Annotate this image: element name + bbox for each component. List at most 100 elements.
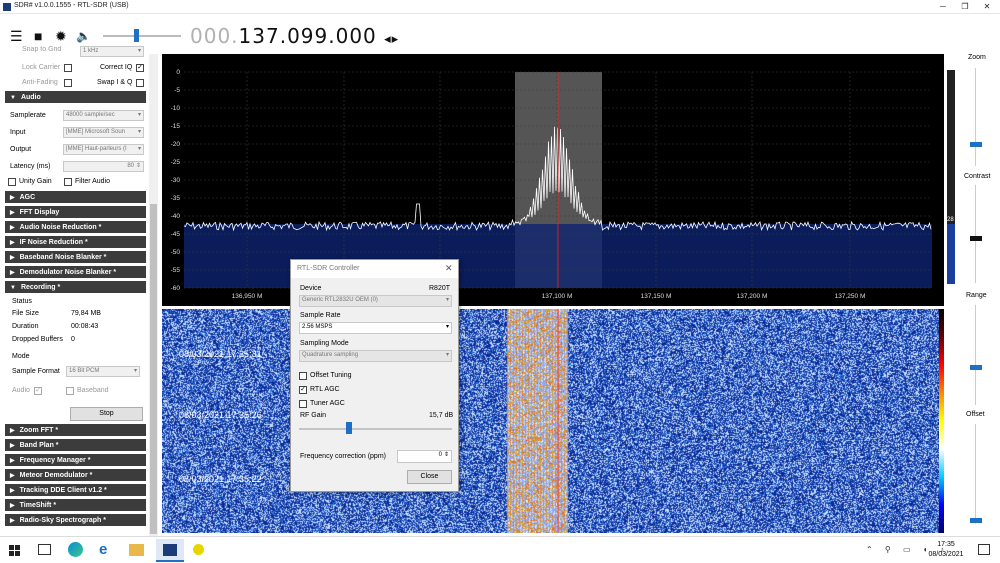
expand-icon: ▶ xyxy=(10,210,15,216)
sample-rate-select[interactable]: 2.56 MSPS ▾ xyxy=(299,322,452,334)
filter-audio-checkbox[interactable] xyxy=(64,178,72,186)
contrast-slider-track[interactable] xyxy=(975,185,976,283)
waterfall-timestamp-1: 08/03/2021 17:35:31 xyxy=(179,349,262,359)
waterfall-view[interactable]: 08/03/2021 17:35:31 08/03/2021 17:35:26 … xyxy=(162,309,944,533)
spectrum-view[interactable]: 0 -5 -10 -15 -20 -25 -30 -35 -40 -45 -50 -55 -60 136,… xyxy=(162,54,944,306)
internet-explorer-icon[interactable]: e xyxy=(99,541,107,558)
taskbar-time[interactable]: 17:35 xyxy=(926,541,966,548)
windows-start-icon[interactable] xyxy=(9,545,20,556)
output-label: Output xyxy=(10,146,32,153)
expand-icon: ▶ xyxy=(10,473,15,479)
section-top-0[interactable]: ▶ AGC xyxy=(5,191,146,204)
file-explorer-icon[interactable] xyxy=(129,544,144,556)
correct-iq-checkbox[interactable]: ✓ xyxy=(136,64,144,72)
device-select[interactable]: Generic RTL2832U OEM (0) ▾ xyxy=(299,295,452,307)
sampling-mode-select[interactable]: Quadrature sampling ▾ xyxy=(299,350,452,362)
dialog-close-button[interactable]: Close xyxy=(407,470,452,484)
section-top-6[interactable]: ▼ Recording * xyxy=(5,281,146,294)
close-button[interactable]: ✕ xyxy=(976,0,998,14)
volume-slider-track[interactable] xyxy=(103,35,181,37)
section-top-4[interactable]: ▶ Baseband Noise Blanker * xyxy=(5,251,146,264)
stop-icon[interactable]: ■ xyxy=(34,28,42,44)
notifications-icon[interactable] xyxy=(978,544,990,555)
section-label: IF Noise Reduction * xyxy=(19,239,88,246)
offset-slider-track[interactable] xyxy=(975,424,976,524)
file-size-label: File Size xyxy=(12,310,39,317)
title-bar: SDR# v1.0.0.1555 - RTL-SDR (USB) ─ ❐ ✕ xyxy=(0,0,1000,14)
section-bottom-4[interactable]: ▶ Tracking DDE Client v1.2 * xyxy=(5,484,146,497)
expand-icon: ▼ xyxy=(10,285,16,291)
sample-format-select[interactable]: 16 Bit PCM ▾ xyxy=(66,366,140,377)
freq-correction-input[interactable]: 0 ⇕ xyxy=(397,450,452,463)
rf-gain-slider-track[interactable] xyxy=(299,428,452,430)
zoom-slider-thumb[interactable] xyxy=(970,142,982,147)
section-bottom-3[interactable]: ▶ Meteor Demodulator * xyxy=(5,469,146,482)
swap-iq-checkbox[interactable] xyxy=(136,79,144,87)
dialog-close-icon[interactable]: ✕ xyxy=(445,263,453,274)
speaker-icon[interactable]: 🔈 xyxy=(76,29,91,43)
expand-icon: ▶ xyxy=(10,458,15,464)
audio-record-checkbox[interactable]: ✓ xyxy=(34,387,42,395)
section-bottom-1[interactable]: ▶ Band Plan * xyxy=(5,439,146,452)
dialog-title: RTL-SDR Controller xyxy=(291,260,458,278)
expand-icon: ▶ xyxy=(10,240,15,246)
input-select[interactable]: [MME] Microsoft Soun ▾ xyxy=(63,127,144,138)
menu-icon[interactable]: ☰ xyxy=(10,28,23,45)
waterfall-timestamp-2: 08/03/2021 17:35:26 xyxy=(179,410,262,420)
section-label: Band Plan * xyxy=(19,442,59,449)
section-label: Radio-Sky Spectrograph * xyxy=(19,517,106,524)
swap-iq-label: Swap I & Q xyxy=(97,79,133,86)
zoom-slider-track[interactable] xyxy=(975,68,976,166)
samplerate-select[interactable]: 48000 sample/sec ▾ xyxy=(63,110,144,121)
y-tick-label: -25 xyxy=(171,159,181,166)
dropped-buffers-label: Dropped Buffers xyxy=(12,336,63,343)
maximize-button[interactable]: ❐ xyxy=(954,0,976,14)
y-tick-label: -50 xyxy=(171,249,181,256)
latency-input[interactable]: 80 ⇕ xyxy=(63,161,144,172)
offset-slider-thumb[interactable] xyxy=(970,518,982,523)
contrast-slider-thumb[interactable] xyxy=(970,236,982,241)
range-slider-thumb[interactable] xyxy=(970,365,982,370)
section-bottom-2[interactable]: ▶ Frequency Manager * xyxy=(5,454,146,467)
anti-fading-checkbox[interactable] xyxy=(64,79,72,87)
duration-value: 00:08:43 xyxy=(71,323,99,330)
section-bottom-0[interactable]: ▶ Zoom FFT * xyxy=(5,424,146,437)
gear-icon[interactable]: ✹ xyxy=(55,28,67,45)
section-bottom-6[interactable]: ▶ Radio-Sky Spectrograph * xyxy=(5,514,146,527)
app-yellow-icon[interactable] xyxy=(193,544,204,555)
baseband-record-checkbox[interactable] xyxy=(66,387,74,395)
sdrsharp-taskbar-button[interactable] xyxy=(156,539,184,562)
frequency-display[interactable]: 000.137.099.000 ◂▸ xyxy=(190,24,399,48)
section-top-1[interactable]: ▶ FFT Display xyxy=(5,206,146,219)
sample-rate-label: Sample Rate xyxy=(300,312,341,319)
taskbar-date[interactable]: 08/03/2021 xyxy=(923,551,969,558)
offset-tuning-checkbox[interactable] xyxy=(299,372,307,380)
waterfall-timestamp-3: 08/03/2021 17:35:22 xyxy=(179,474,262,484)
left-panel-scrollbar[interactable] xyxy=(149,54,158,536)
section-bottom-5[interactable]: ▶ TimeShift * xyxy=(5,499,146,512)
section-top-5[interactable]: ▶ Demodulator Noise Blanker * xyxy=(5,266,146,279)
left-panel: Snap to Grid 1 kHz ▾ Lock Carrier Correct… xyxy=(0,46,148,536)
snap-select[interactable]: 1 kHz ▾ xyxy=(80,46,144,57)
stop-recording-button[interactable]: Stop xyxy=(70,407,143,421)
volume-slider-thumb[interactable] xyxy=(134,29,139,42)
edge-icon[interactable] xyxy=(68,542,83,557)
section-top-3[interactable]: ▶ IF Noise Reduction * xyxy=(5,236,146,249)
section-label: Baseband Noise Blanker * xyxy=(19,254,107,261)
minimize-button[interactable]: ─ xyxy=(932,0,954,14)
offset-tuning-label: Offset Tuning xyxy=(310,372,352,379)
rf-gain-label: RF Gain xyxy=(300,412,327,419)
lock-carrier-checkbox[interactable] xyxy=(64,64,72,72)
output-select[interactable]: [MME] Haut-parleurs (I ▾ xyxy=(63,144,144,155)
tune-arrows-icon[interactable]: ◂▸ xyxy=(384,32,399,47)
unity-gain-checkbox[interactable] xyxy=(8,178,16,186)
scrollbar-thumb[interactable] xyxy=(150,204,157,534)
section-audio[interactable]: ▼ Audio xyxy=(5,91,146,104)
section-top-2[interactable]: ▶ Audio Noise Reduction * xyxy=(5,221,146,234)
task-view-icon[interactable] xyxy=(38,544,51,555)
rf-gain-slider-thumb[interactable] xyxy=(346,422,352,434)
tuner-agc-label: Tuner AGC xyxy=(310,400,345,407)
tuner-agc-checkbox[interactable] xyxy=(299,400,307,408)
rtl-agc-checkbox[interactable]: ✓ xyxy=(299,386,307,394)
range-slider-track[interactable] xyxy=(975,305,976,405)
